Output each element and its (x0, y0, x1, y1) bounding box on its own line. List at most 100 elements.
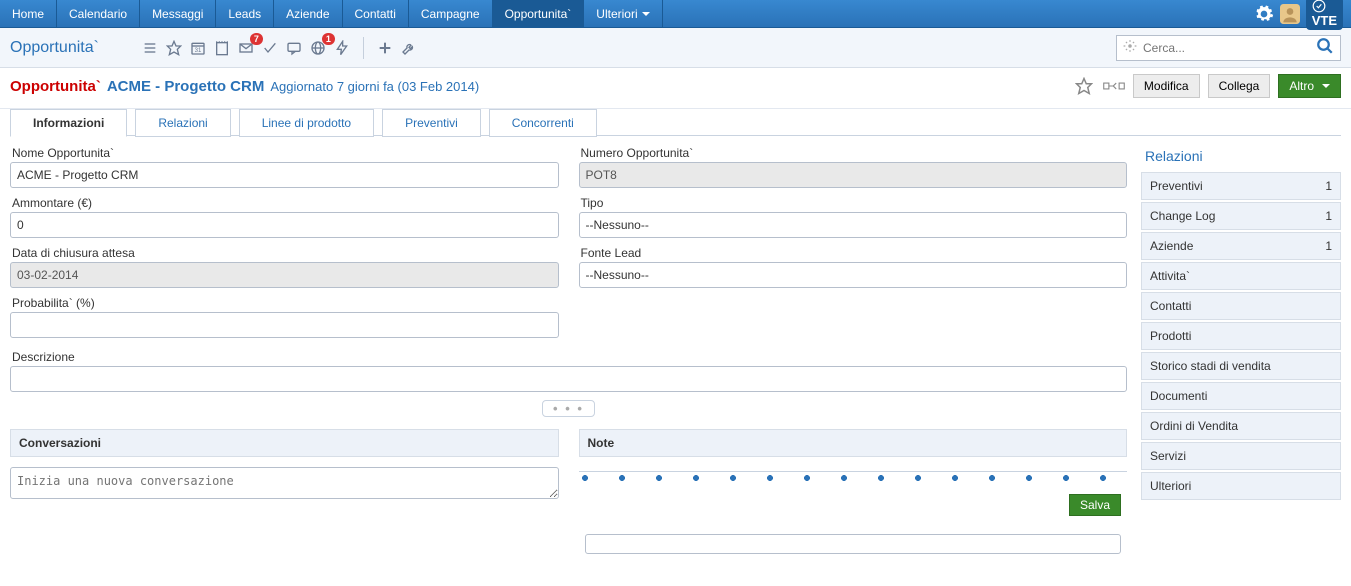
sidebar-item-ordini[interactable]: Ordini di Vendita (1141, 412, 1341, 440)
record-name: ACME - Progetto CRM (107, 78, 265, 95)
content-area: Nome Opportunita` Ammontare (€) Data di … (0, 136, 1351, 564)
plus-icon[interactable] (374, 37, 396, 59)
search-icon[interactable] (1316, 37, 1334, 58)
sub-toolbar: Opportunita` 31 7 1 (0, 28, 1351, 68)
related-sidebar: Relazioni Preventivi1 Change Log1 Aziend… (1141, 146, 1341, 554)
note-save-button[interactable]: Salva (1069, 494, 1121, 516)
mail-icon[interactable]: 7 (235, 37, 257, 59)
globe-icon[interactable]: 1 (307, 37, 329, 59)
nav-campagne[interactable]: Campagne (409, 0, 493, 27)
label-fonte-lead: Fonte Lead (579, 246, 1128, 260)
nav-aziende[interactable]: Aziende (274, 0, 342, 27)
sidebar-item-aziende[interactable]: Aziende1 (1141, 232, 1341, 260)
svg-text:31: 31 (195, 48, 202, 54)
chevron-down-icon (642, 12, 650, 16)
check-icon[interactable] (259, 37, 281, 59)
conversation-input[interactable] (10, 467, 559, 499)
sidebar-item-prodotti[interactable]: Prodotti (1141, 322, 1341, 350)
tab-preventivi[interactable]: Preventivi (382, 109, 481, 137)
global-search[interactable] (1116, 35, 1341, 61)
bolt-icon[interactable] (331, 37, 353, 59)
label-descrizione: Descrizione (10, 350, 1127, 364)
list-icon[interactable] (139, 37, 161, 59)
nav-messaggi[interactable]: Messaggi (140, 0, 216, 27)
input-nome-opportunita[interactable] (10, 162, 559, 188)
sidebar-item-documenti[interactable]: Documenti (1141, 382, 1341, 410)
toolbar-separator (363, 37, 364, 59)
record-actions: Modifica Collega Altro (1073, 74, 1341, 98)
sidebar-title: Relazioni (1141, 146, 1341, 172)
input-numero-opportunita[interactable] (579, 162, 1128, 188)
form-left-column: Nome Opportunita` Ammontare (€) Data di … (10, 146, 559, 346)
expand-toggle[interactable]: • • • (10, 400, 1127, 417)
tab-relazioni[interactable]: Relazioni (135, 109, 230, 137)
input-data-chiusura[interactable] (10, 262, 559, 288)
top-nav: Home Calendario Messaggi Leads Aziende C… (0, 0, 1351, 28)
sidebar-item-label: Storico stadi di vendita (1150, 359, 1271, 373)
nav-ulteriori-label: Ulteriori (596, 7, 637, 21)
note-spiral-decoration (579, 471, 1128, 484)
more-button-label: Altro (1289, 79, 1314, 93)
bottom-panels: Conversazioni Note Salva (10, 429, 1127, 554)
label-numero-opportunita: Numero Opportunita` (579, 146, 1128, 160)
sidebar-item-servizi[interactable]: Servizi (1141, 442, 1341, 470)
tab-linee-prodotto[interactable]: Linee di prodotto (239, 109, 374, 137)
panel-conversazioni-title: Conversazioni (10, 429, 559, 457)
form-right-column: Numero Opportunita` Tipo Fonte Lead (579, 146, 1128, 346)
link-button[interactable]: Collega (1208, 74, 1271, 98)
label-probabilita: Probabilita` (%) (10, 296, 559, 310)
vte-logo-text: VTE (1312, 13, 1337, 28)
search-input[interactable] (1143, 41, 1310, 55)
input-probabilita[interactable] (10, 312, 559, 338)
sidebar-item-ulteriori[interactable]: Ulteriori (1141, 472, 1341, 500)
sidebar-item-count: 1 (1325, 239, 1332, 253)
gear-small-icon[interactable] (1123, 39, 1137, 56)
input-tipo[interactable] (579, 212, 1128, 238)
sidebar-item-label: Ulteriori (1150, 479, 1191, 493)
tab-informazioni[interactable]: Informazioni (10, 109, 127, 137)
sidebar-item-preventivi[interactable]: Preventivi1 (1141, 172, 1341, 200)
input-fonte-lead[interactable] (579, 262, 1128, 288)
record-module-label: Opportunita` (10, 78, 101, 95)
calendar-icon[interactable]: 31 (187, 37, 209, 59)
nav-contatti[interactable]: Contatti (343, 0, 409, 27)
notepad-icon[interactable] (211, 37, 233, 59)
label-data-chiusura: Data di chiusura attesa (10, 246, 559, 260)
vte-logo[interactable]: VTE (1306, 0, 1343, 30)
panel-note-title: Note (579, 429, 1128, 457)
detail-tabs: Informazioni Relazioni Linee di prodotto… (0, 108, 1351, 136)
user-profile-icon[interactable] (1280, 4, 1300, 24)
wrench-icon[interactable] (398, 37, 420, 59)
form-area: Nome Opportunita` Ammontare (€) Data di … (10, 146, 1127, 554)
sidebar-item-contatti[interactable]: Contatti (1141, 292, 1341, 320)
record-updated: Aggiornato 7 giorni fa (03 Feb 2014) (270, 79, 479, 94)
label-nome-opportunita: Nome Opportunita` (10, 146, 559, 160)
sidebar-item-storico[interactable]: Storico stadi di vendita (1141, 352, 1341, 380)
sidebar-item-label: Prodotti (1150, 329, 1191, 343)
input-ammontare[interactable] (10, 212, 559, 238)
star-icon[interactable] (163, 37, 185, 59)
nav-home[interactable]: Home (0, 0, 57, 27)
sidebar-item-label: Change Log (1150, 209, 1215, 223)
nav-ulteriori[interactable]: Ulteriori (584, 0, 662, 27)
favorite-star-icon[interactable] (1073, 75, 1095, 97)
module-title: Opportunita` (10, 39, 99, 57)
chat-icon[interactable] (283, 37, 305, 59)
input-descrizione[interactable] (10, 366, 1127, 392)
sidebar-item-label: Servizi (1150, 449, 1186, 463)
sidebar-item-changelog[interactable]: Change Log1 (1141, 202, 1341, 230)
process-icon[interactable] (1103, 75, 1125, 97)
more-button[interactable]: Altro (1278, 74, 1341, 98)
edit-button[interactable]: Modifica (1133, 74, 1200, 98)
panel-conversazioni: Conversazioni (10, 429, 559, 554)
toolbar-icon-group: 31 7 1 (139, 37, 420, 59)
nav-calendario[interactable]: Calendario (57, 0, 140, 27)
sidebar-item-attivita[interactable]: Attivita` (1141, 262, 1341, 290)
tab-concorrenti[interactable]: Concorrenti (489, 109, 597, 137)
settings-gear-icon[interactable] (1254, 4, 1274, 24)
label-tipo: Tipo (579, 196, 1128, 210)
sidebar-item-label: Preventivi (1150, 179, 1203, 193)
nav-leads[interactable]: Leads (216, 0, 274, 27)
note-textarea[interactable] (585, 534, 1122, 554)
nav-opportunita[interactable]: Opportunita` (493, 0, 585, 27)
